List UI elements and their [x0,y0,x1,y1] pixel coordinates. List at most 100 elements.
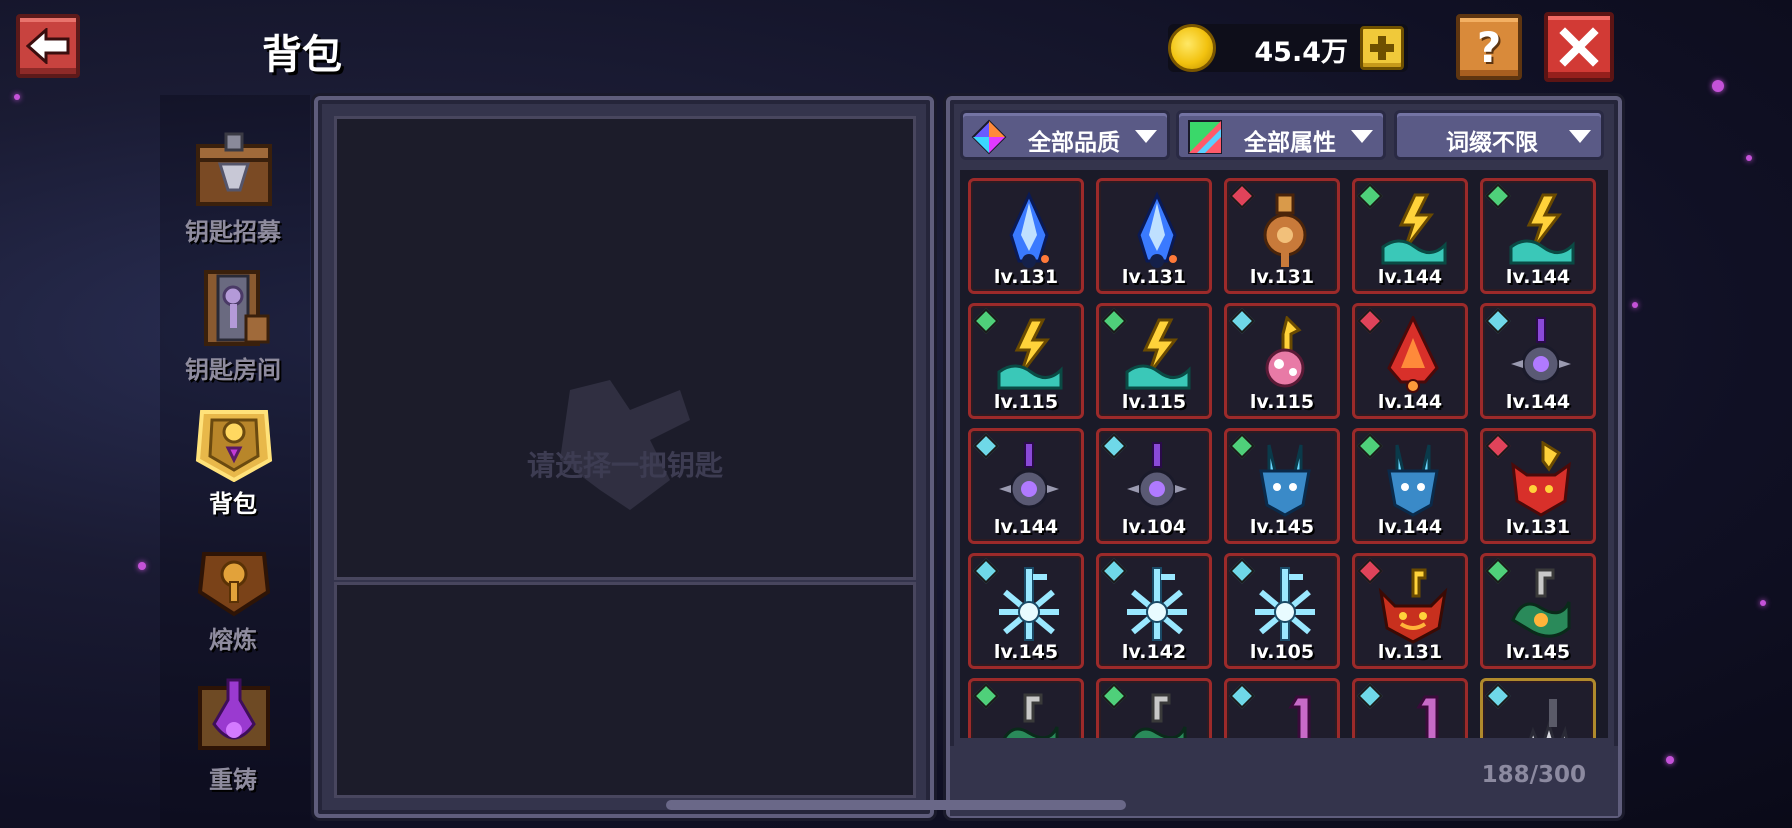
inventory-slot[interactable]: lv.144 [1352,303,1468,419]
sidebar-item-key-recruit[interactable]: 钥匙招募 [170,128,296,248]
coin-amount: 45.4万 [1254,37,1348,68]
item-level-label: lv.115 [993,391,1059,413]
lightning-wave-key-icon [997,318,1063,390]
green-snake-key-icon [1130,693,1187,738]
inventory-slot[interactable]: lv.145 [968,553,1084,669]
rainbow-diamond-icon [971,119,1007,155]
quality-filter-dropdown[interactable]: 全部品质 [960,110,1170,160]
red-flame-key-icon [1387,316,1439,393]
item-level-label: lv.144 [1505,391,1571,413]
item-level-label: lv.145 [1249,516,1315,538]
inventory-slot[interactable]: lv.131 [968,178,1084,294]
item-level-label: lv.145 [993,641,1059,663]
inventory-slot[interactable]: lv.105 [1224,553,1340,669]
star-decoration [1746,155,1752,161]
blue-crystal-key-icon [1009,191,1049,268]
quality-filter-label: 全部品质 [1028,130,1120,156]
teal-horn-key-icon [1387,444,1439,517]
red-demon-key-icon [1511,441,1571,517]
star-decoration [1712,80,1724,92]
item-level-label: lv.131 [993,266,1059,288]
item-level-label: lv.144 [993,516,1059,538]
back-button[interactable] [16,14,80,78]
purple-hook-key-icon [1288,695,1311,738]
inventory-slot[interactable] [1096,678,1212,738]
close-icon [1559,27,1599,67]
inventory-slot[interactable]: lv.115 [1224,303,1340,419]
item-level-label: lv.144 [1377,516,1443,538]
purple-orb-key-icon [1127,442,1187,509]
item-level-label: lv.142 [1121,641,1187,663]
item-level-label: lv.145 [1505,641,1571,663]
item-level-label: lv.144 [1377,266,1443,288]
plus-icon [1370,36,1394,60]
sidebar-item-label: 钥匙招募 [185,218,281,246]
key-recruit-chest-icon [196,132,272,206]
inventory-capacity: 188/300 [1481,762,1586,788]
pink-flower-key-icon [1265,316,1305,388]
attribute-filter-dropdown[interactable]: 全部属性 [1176,110,1386,160]
inventory-slot[interactable] [1480,678,1596,738]
item-level-label: lv.104 [1121,516,1187,538]
smelt-lock-icon [197,552,271,617]
inventory-slot[interactable]: lv.144 [1352,428,1468,544]
ice-snowflake-key-icon [1127,567,1187,641]
inventory-slot[interactable]: lv.131 [1224,178,1340,294]
inventory-slot[interactable]: lv.144 [1352,178,1468,294]
inventory-slot[interactable]: lv.115 [1096,303,1212,419]
affix-filter-dropdown[interactable]: 词缀不限 [1394,110,1604,160]
sidebar-item-smelt[interactable]: 熔炼 [170,536,296,656]
inventory-slot[interactable]: lv.131 [1096,178,1212,294]
close-button[interactable] [1544,12,1614,82]
sidebar-item-recast[interactable]: 重铸 [170,676,296,796]
sidebar-item-label: 重铸 [209,766,257,794]
item-level-label: lv.131 [1121,266,1187,288]
gold-coin-icon [1168,24,1216,72]
recast-potion-icon [198,678,270,750]
item-level-label: lv.115 [1249,391,1315,413]
sidebar-item-key-room[interactable]: 钥匙房间 [170,266,296,386]
green-snake-key-icon [1002,693,1059,738]
teal-horn-key-icon [1259,444,1311,517]
multicolor-attribute-icon [1188,120,1222,154]
sidebar-item-backpack[interactable]: 背包 [170,398,296,518]
inventory-slot[interactable]: lv.145 [1480,553,1596,669]
purple-hook-key-icon [1416,695,1439,738]
arrow-left-icon [26,28,70,64]
inventory-slot[interactable] [968,678,1084,738]
inventory-slot[interactable]: lv.144 [1480,178,1596,294]
inventory-slot[interactable] [1224,678,1340,738]
purple-orb-key-icon [1511,317,1571,384]
inventory-slot[interactable] [1352,678,1468,738]
backpack-key-icon [195,410,273,482]
inventory-grid: lv.131 lv.131 lv.131 lv.144 lv.144 lv.115 lv.1… [960,170,1608,738]
ice-snowflake-key-icon [999,567,1059,641]
item-level-label: lv.115 [1121,391,1187,413]
inventory-slot[interactable]: lv.144 [968,428,1084,544]
select-key-hint: 请选择一把钥匙 [526,449,723,482]
inventory-slot[interactable]: lv.145 [1224,428,1340,544]
inventory-slot[interactable]: lv.142 [1096,553,1212,669]
green-snake-key-icon [1511,568,1571,638]
bronze-gear-key-icon [1263,193,1307,267]
star-decoration [1760,600,1766,606]
inventory-slot[interactable]: lv.144 [1480,303,1596,419]
inventory-slot[interactable]: lv.104 [1096,428,1212,544]
star-decoration [138,562,146,570]
sidebar-item-label: 钥匙房间 [185,356,281,384]
add-coins-button[interactable] [1360,26,1404,70]
ice-snowflake-key-icon [1255,567,1315,641]
lightning-wave-key-icon [1381,193,1447,265]
star-decoration [1666,756,1674,764]
help-button[interactable]: ? [1456,14,1522,80]
lightning-wave-key-icon [1509,193,1575,265]
attribute-filter-label: 全部属性 [1244,130,1336,156]
affix-filter-label: 词缀不限 [1446,130,1538,156]
inventory-slot[interactable]: lv.131 [1480,428,1596,544]
key-room-scroll-icon [204,270,270,346]
inventory-slot[interactable]: lv.115 [968,303,1084,419]
chevron-down-icon [1351,130,1373,143]
item-level-label: lv.131 [1377,641,1443,663]
horizontal-scrollbar[interactable] [666,800,1126,810]
inventory-slot[interactable]: lv.131 [1352,553,1468,669]
